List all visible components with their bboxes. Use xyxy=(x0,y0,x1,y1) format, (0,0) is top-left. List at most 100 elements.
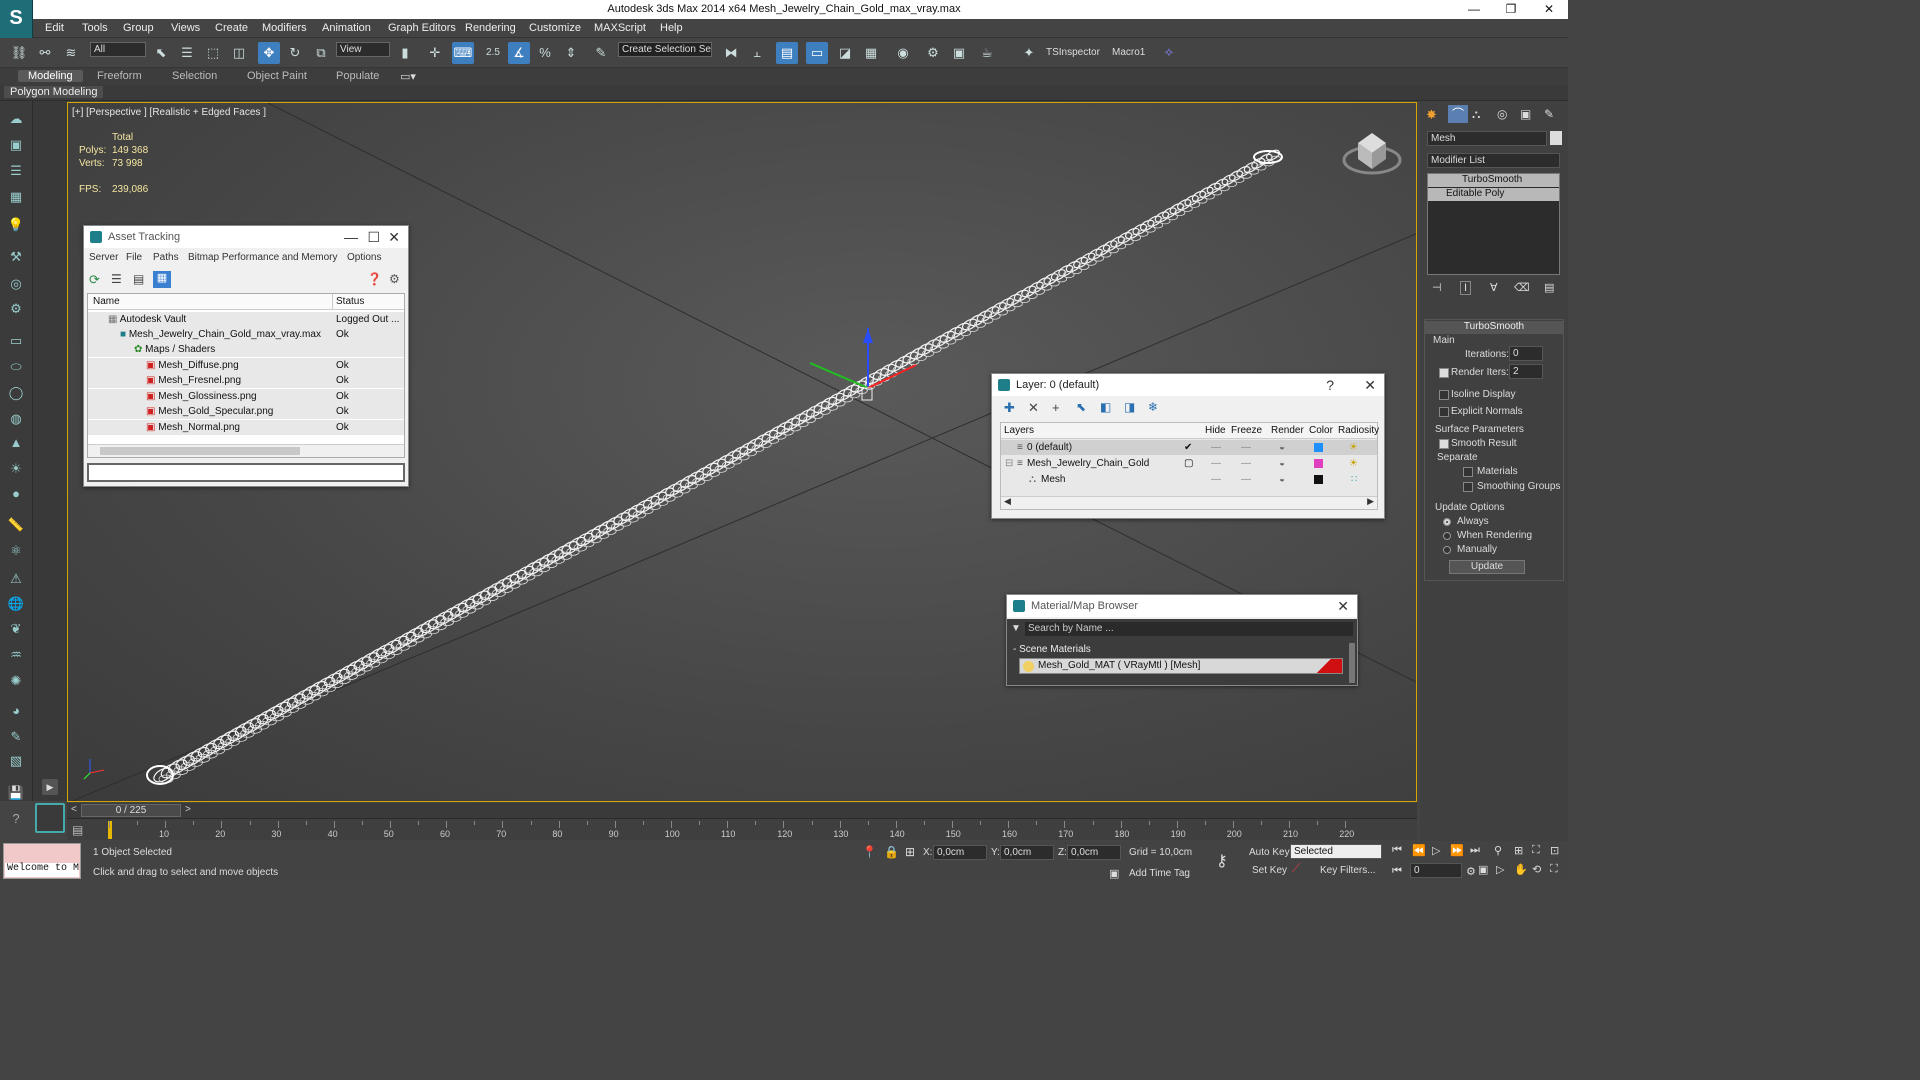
rotate-icon[interactable]: ↻ xyxy=(284,42,306,64)
manually-radio[interactable] xyxy=(1443,546,1451,554)
smoothing-groups-checkbox[interactable] xyxy=(1463,482,1473,492)
freeze-toggle[interactable]: — xyxy=(1241,456,1251,471)
tab-freeform[interactable]: Freeform xyxy=(97,70,142,82)
menu-file[interactable]: File xyxy=(126,252,142,263)
asset-row[interactable]: ▣ Mesh_Diffuse.png Ok xyxy=(88,358,404,373)
next-key-icon[interactable]: ⏩ xyxy=(1450,844,1464,857)
go-start-icon[interactable]: ⏮ xyxy=(1392,844,1402,857)
tab-populate[interactable]: Populate xyxy=(336,70,379,82)
close-icon[interactable]: ✕ xyxy=(388,226,400,248)
absolute-mode-icon[interactable]: ⊞ xyxy=(905,845,915,859)
zoom-all-icon[interactable]: ⊞ xyxy=(1514,844,1523,857)
minimize-button[interactable]: — xyxy=(1459,2,1489,18)
always-radio[interactable] xyxy=(1443,518,1451,526)
gold-sphere-icon[interactable]: ● xyxy=(6,486,26,504)
layer-row[interactable]: ≡ 0 (default) ✔ — — ◒ ☀ xyxy=(1001,440,1377,455)
layer-color-swatch[interactable] xyxy=(1314,475,1323,484)
asset-row[interactable]: ▣ Mesh_Gold_Specular.png Ok xyxy=(88,404,404,419)
scroll-left-icon[interactable]: ◀ xyxy=(1004,496,1011,507)
z-coord-field[interactable]: 0,0cm xyxy=(1067,845,1121,860)
network-icon[interactable]: ⚠ xyxy=(6,571,26,589)
time-config-icon[interactable]: ⚙ xyxy=(1466,865,1476,878)
freeze-all-icon[interactable]: ❄ xyxy=(1148,400,1158,414)
spinner-snap-icon[interactable]: ⇕ xyxy=(560,42,582,64)
close-icon[interactable]: ✕ xyxy=(1364,374,1376,396)
materials-checkbox[interactable] xyxy=(1463,467,1473,477)
asset-row[interactable]: ✿ Maps / Shaders xyxy=(88,342,404,357)
cylinder-icon[interactable]: ⬭ xyxy=(6,359,26,377)
ruler-icon[interactable]: 📏 xyxy=(6,517,26,535)
menu-tools[interactable]: Tools xyxy=(82,22,108,34)
lock-icon[interactable]: 🔒 xyxy=(884,845,899,859)
selection-filter-dropdown[interactable]: All xyxy=(90,42,146,57)
render-iters-spinner[interactable]: 2 xyxy=(1509,364,1543,379)
stack-item-turbosmooth[interactable]: TurboSmooth xyxy=(1428,174,1559,187)
menu-help[interactable]: Help xyxy=(660,22,683,34)
current-layer-box-icon[interactable]: ▢ xyxy=(1184,456,1193,471)
browser-scrollbar[interactable] xyxy=(1349,643,1355,683)
column-status[interactable]: Status xyxy=(336,296,364,307)
menu-rendering[interactable]: Rendering xyxy=(465,22,516,34)
key-filters-button[interactable]: Key Filters... xyxy=(1320,865,1376,876)
motion-tab-icon[interactable]: ◎ xyxy=(1497,107,1507,121)
tab-modeling[interactable]: Modeling xyxy=(18,70,83,82)
scene-explorer-icon[interactable]: ▣ xyxy=(6,137,26,155)
zoom-region-icon[interactable]: ▣ xyxy=(1478,863,1488,876)
pan-icon[interactable]: ✋ xyxy=(1514,863,1528,876)
rect-selection-icon[interactable]: ⬚ xyxy=(202,42,224,64)
hide-all-icon[interactable]: ◨ xyxy=(1124,400,1135,414)
snap-toggle-icon[interactable]: 2.5 xyxy=(482,42,504,64)
render-teapot-icon[interactable]: ◒ xyxy=(1279,472,1285,487)
move-icon[interactable]: ✥ xyxy=(258,42,280,64)
tsinspector-icon[interactable]: ✦ xyxy=(1018,42,1040,64)
tree-view-icon[interactable]: ▤ xyxy=(133,272,144,286)
help-button[interactable]: ? xyxy=(1326,374,1334,396)
menu-views[interactable]: Views xyxy=(171,22,200,34)
polygon-modeling-tab[interactable]: Polygon Modeling xyxy=(4,86,104,98)
unlink-icon[interactable]: ⚯ xyxy=(34,42,56,64)
remove-modifier-icon[interactable]: ⌫ xyxy=(1514,281,1530,294)
select-object-icon[interactable]: ⬉ xyxy=(150,42,172,64)
ref-coord-dropdown[interactable]: View xyxy=(336,42,390,57)
restore-button[interactable]: ❐ xyxy=(1496,2,1526,18)
sun-icon[interactable]: ☀ xyxy=(6,461,26,479)
time-slider[interactable]: < 0 / 225 > xyxy=(67,803,1417,818)
menu-edit[interactable]: Edit xyxy=(45,22,64,34)
column-name[interactable]: Name xyxy=(93,296,120,307)
select-by-name-icon[interactable]: ☰ xyxy=(176,42,198,64)
curve-editor-icon[interactable]: ◪ xyxy=(834,42,856,64)
tab-selection[interactable]: Selection xyxy=(172,70,217,82)
radiosity-icon[interactable]: ☀ xyxy=(1349,456,1358,471)
fov-icon[interactable]: ▷ xyxy=(1496,863,1504,876)
hide-toggle[interactable]: — xyxy=(1211,440,1221,455)
asset-row[interactable]: ▣ Mesh_Normal.png Ok xyxy=(88,420,404,435)
perspective-viewport[interactable]: [+] [Perspective ] [Realistic + Edged Fa… xyxy=(67,102,1417,802)
material-browser-titlebar[interactable]: Material/Map Browser ✕ xyxy=(1007,595,1357,617)
layer-color-swatch[interactable] xyxy=(1314,443,1323,452)
add-time-tag[interactable]: Add Time Tag xyxy=(1129,868,1190,879)
menu-group[interactable]: Group xyxy=(123,22,154,34)
keyboard-shortcut-icon[interactable]: ⌨ xyxy=(452,42,474,64)
menu-create[interactable]: Create xyxy=(215,22,248,34)
material-sphere-icon[interactable]: ◕ xyxy=(6,703,26,721)
grid-icon[interactable]: ▦ xyxy=(6,189,26,207)
orbit-icon[interactable]: ⟲ xyxy=(1532,863,1541,876)
molecule-icon[interactable]: ⚛ xyxy=(6,543,26,561)
render-iters-checkbox[interactable] xyxy=(1439,368,1449,378)
select-in-layer-icon[interactable]: ⬉ xyxy=(1076,400,1086,414)
save-icon[interactable]: 💾 xyxy=(6,785,26,803)
col-render[interactable]: Render xyxy=(1271,425,1304,436)
named-selection-field[interactable]: Create Selection Se xyxy=(618,42,712,57)
render-region-icon[interactable]: ▧ xyxy=(6,753,26,771)
prev-key-icon[interactable]: ⏪ xyxy=(1412,844,1426,857)
plant-icon[interactable]: ❦ xyxy=(6,621,26,639)
utilities-tab-icon[interactable]: ✎ xyxy=(1544,107,1554,121)
ribbon-options-icon[interactable]: ▭▾ xyxy=(400,70,416,83)
macro-label[interactable]: Macro1 xyxy=(1112,47,1145,58)
mirror-icon[interactable]: ⧓ xyxy=(720,42,742,64)
freeze-toggle[interactable]: — xyxy=(1241,440,1251,455)
current-frame-field[interactable]: 0 xyxy=(1410,863,1462,878)
ribbon-toggle-icon[interactable]: ▭ xyxy=(806,42,828,64)
refresh-icon[interactable]: ⟳ xyxy=(89,272,100,288)
curve-editor-mini-icon[interactable]: ▤ xyxy=(72,823,83,837)
